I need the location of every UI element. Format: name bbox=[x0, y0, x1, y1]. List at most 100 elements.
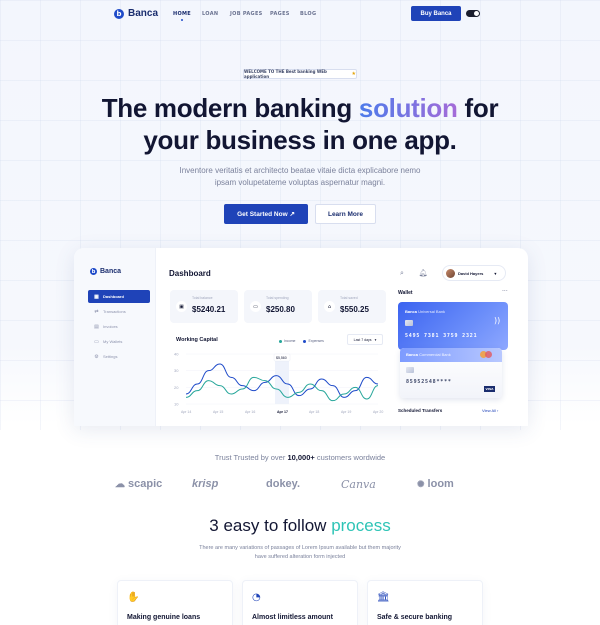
visa-logo: VISA bbox=[484, 386, 495, 392]
invoice-icon: ▤ bbox=[94, 323, 99, 330]
nav-item-blog[interactable]: BLOG bbox=[300, 11, 316, 17]
stat-label: Total spending bbox=[266, 296, 289, 300]
more-icon[interactable]: ··· bbox=[502, 288, 508, 295]
trust-line: Trust Trusted by over 10,000+ customers … bbox=[0, 453, 600, 462]
loom-icon: ✺ bbox=[417, 478, 425, 489]
feature-title: Safe & secure banking bbox=[377, 614, 453, 621]
y-tick-label: 20 bbox=[174, 385, 179, 390]
brand-scapic: ☁ scapic bbox=[115, 478, 162, 490]
x-tick-label: Apr 15 bbox=[213, 410, 223, 414]
site-logo[interactable]: b Banca bbox=[114, 8, 158, 19]
learn-more-button[interactable]: Learn More bbox=[315, 204, 376, 224]
sidebar-item-invoices[interactable]: ▤ Invoices bbox=[88, 320, 150, 333]
mastercard-icon bbox=[480, 351, 492, 358]
dashboard-logo[interactable]: b Banca bbox=[90, 268, 121, 275]
period-label: Last 7 days bbox=[353, 337, 372, 342]
star-icon: ★ bbox=[351, 71, 356, 77]
wallet-icon: ▭ bbox=[94, 338, 99, 345]
bank-card-secondary[interactable]: Banca Commercial Bank 85952548**** VISA bbox=[400, 348, 502, 398]
card-bank: Commercial Bank bbox=[419, 352, 451, 357]
brand-loom: ✺ loom bbox=[417, 478, 454, 490]
card-number: 85952548**** bbox=[406, 379, 452, 385]
dashboard-logo-text: Banca bbox=[100, 268, 122, 275]
buy-button[interactable]: Buy Banca bbox=[411, 6, 461, 21]
card-icon: ▭ bbox=[250, 301, 261, 312]
hero-title-line2: your business in one app. bbox=[143, 125, 457, 155]
legend-income: Income bbox=[279, 339, 295, 343]
badge-text: WELCOME TO THE Best banking WEb applicat… bbox=[244, 69, 327, 79]
sidebar-item-wallets[interactable]: ▭ My Wallets bbox=[88, 335, 150, 348]
user-menu[interactable]: David Hayers ▾ bbox=[442, 265, 506, 281]
wallet-panel: Wallet ··· Banca Universal Bank )) 5495 … bbox=[394, 284, 518, 426]
brand-name: loom bbox=[427, 478, 454, 490]
sidebar-item-label: My Wallets bbox=[103, 339, 123, 344]
trust-prefix: Trust Trusted by over bbox=[214, 453, 288, 462]
x-tick-label: Apr 16 bbox=[245, 410, 255, 414]
bank-card-primary[interactable]: Banca Universal Bank )) 5495 7381 3759 2… bbox=[398, 302, 508, 350]
feature-card-loans: ✋ Making genuine loans bbox=[117, 580, 233, 625]
legend-expenses: Expenses bbox=[303, 339, 324, 343]
process-subtitle: There are many variations of passages of… bbox=[199, 545, 401, 560]
legend-label: Income bbox=[284, 339, 296, 343]
chevron-down-icon: ▾ bbox=[374, 337, 377, 342]
bank-icon: 🏛︎ bbox=[377, 592, 390, 603]
dashboard-title: Dashboard bbox=[169, 269, 211, 278]
period-select[interactable]: Last 7 days ▾ bbox=[347, 334, 383, 345]
theme-toggle[interactable] bbox=[466, 10, 480, 17]
nav-item-home[interactable]: HOME bbox=[173, 11, 191, 17]
user-name: David Hayers bbox=[458, 270, 484, 276]
stat-label: Total saved bbox=[340, 296, 358, 300]
dashboard-preview: b Banca ▦ Dashboard ⇄ Transactions ▤ Invoic… bbox=[74, 248, 528, 426]
legend-label: Expenses bbox=[308, 339, 324, 343]
trust-suffix: customers wordwide bbox=[314, 453, 386, 462]
card-bank: Universal Bank bbox=[418, 309, 446, 314]
legend-dot bbox=[279, 339, 282, 343]
scheduled-transfers-title: Scheduled Transfers bbox=[398, 408, 443, 413]
nav-item-job-pages[interactable]: JOB PAGES bbox=[230, 11, 263, 17]
x-tick-label: Apr 18 bbox=[309, 410, 319, 414]
feature-title: Almost limitless amount bbox=[252, 614, 333, 621]
bell-icon[interactable]: 🔔︎ bbox=[419, 269, 428, 277]
nav-item-loan[interactable]: LOAN bbox=[202, 11, 218, 17]
stat-total-spending: ▭ Total spending $250.80 bbox=[244, 290, 312, 323]
sidebar-item-dashboard[interactable]: ▦ Dashboard bbox=[88, 290, 150, 303]
hand-coin-icon: ✋ bbox=[127, 592, 140, 603]
chart-legend: Income Expenses bbox=[279, 339, 324, 343]
stat-value: $250.80 bbox=[266, 305, 295, 314]
trust-count: 10,000+ bbox=[287, 453, 315, 462]
hero-title-part1: The modern banking bbox=[101, 93, 359, 123]
search-icon[interactable]: ⌕ bbox=[398, 269, 406, 277]
chip-icon bbox=[405, 320, 413, 326]
card-number: 5495 7381 3759 2321 bbox=[405, 333, 478, 339]
working-capital-chart: 40 30 20 10Apr 14 Apr 15 Apr 16 Apr 17 Apr 18 Ap… bbox=[174, 352, 383, 415]
card-brand-name: Banca bbox=[405, 309, 418, 314]
process-title-accent: process bbox=[331, 516, 391, 535]
y-tick-label: 30 bbox=[174, 368, 179, 373]
sidebar-item-label: Invoices bbox=[103, 324, 118, 329]
logo-icon: b bbox=[114, 8, 124, 19]
feature-card-secure: 🏛︎ Safe & secure banking bbox=[367, 580, 483, 625]
process-title: 3 easy to follow process bbox=[0, 516, 600, 536]
dashboard-sidebar: b Banca ▦ Dashboard ⇄ Transactions ▤ Invoic… bbox=[74, 248, 156, 426]
logo-text: Banca bbox=[128, 8, 159, 19]
avatar bbox=[446, 268, 455, 278]
sidebar-item-transactions[interactable]: ⇄ Transactions bbox=[88, 305, 150, 318]
view-all-link[interactable]: View All › bbox=[482, 408, 498, 413]
x-tick-label: Apr 19 bbox=[341, 410, 351, 414]
get-started-button[interactable]: Get Started Now ↗ bbox=[224, 204, 308, 224]
sidebar-item-settings[interactable]: ⚙ Settings bbox=[88, 350, 150, 363]
sidebar-item-label: Dashboard bbox=[103, 294, 124, 299]
nav-item-pages[interactable]: PAGES bbox=[270, 11, 290, 17]
stat-label: Total balance bbox=[192, 296, 213, 300]
x-tick-label: Apr 14 bbox=[181, 410, 191, 414]
x-tick-label: Apr 17 bbox=[277, 410, 288, 414]
toggle-knob bbox=[474, 11, 479, 16]
card-brand: Banca Commercial Bank bbox=[406, 352, 451, 357]
sidebar-item-label: Settings bbox=[103, 354, 118, 359]
hero-title-part2: for bbox=[457, 93, 499, 123]
stat-value: $5240.21 bbox=[192, 305, 226, 314]
home-icon: ⌂ bbox=[324, 301, 335, 312]
chart-title: Working Capital bbox=[176, 337, 218, 343]
x-tick-label: Apr 20 bbox=[373, 410, 383, 414]
wallet-title: Wallet bbox=[398, 290, 413, 296]
